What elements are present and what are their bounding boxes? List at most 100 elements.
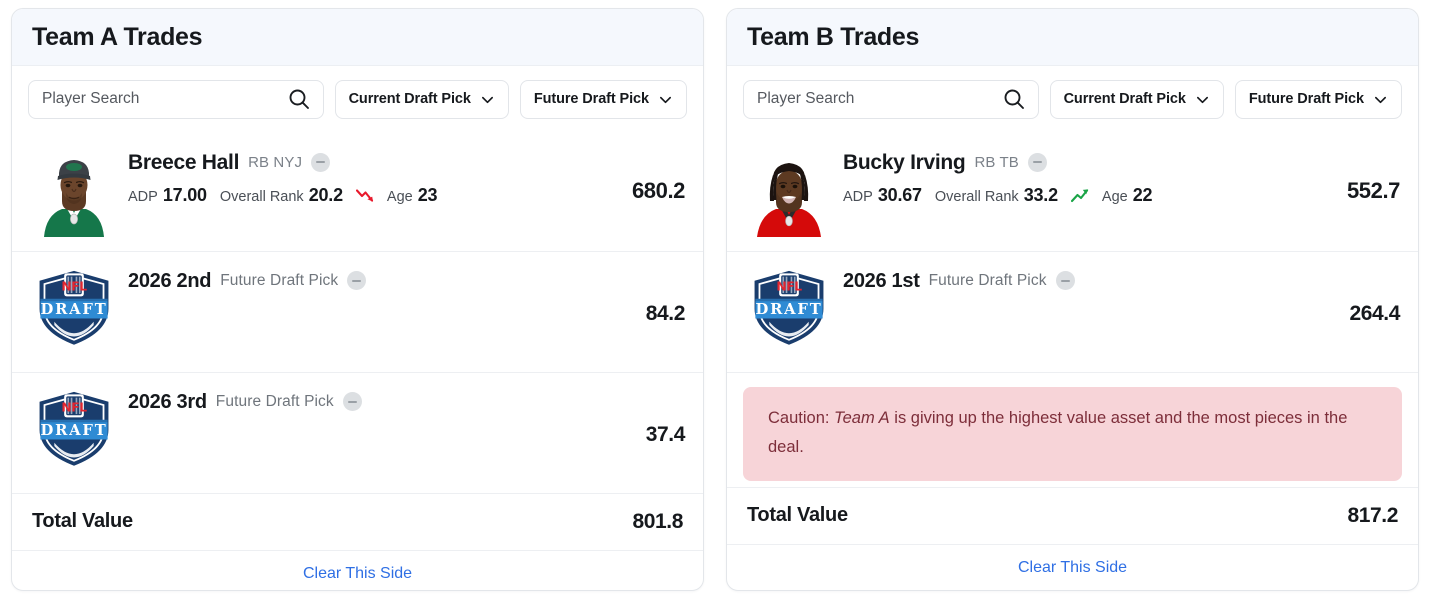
player-name: Breece Hall bbox=[128, 150, 240, 174]
total-value-row: Total Value 801.8 bbox=[12, 492, 703, 550]
draft-pick-type: Future Draft Pick bbox=[215, 392, 334, 410]
stat-label: ADP bbox=[128, 188, 158, 205]
stat-value: 30.67 bbox=[877, 184, 922, 205]
asset-title-line: Bucky Irving RB TB bbox=[843, 151, 1335, 174]
asset-title-line: 2026 3rd Future Draft Pick bbox=[128, 391, 634, 413]
chevron-down-icon bbox=[481, 96, 493, 103]
stat-overall-rank: Overall Rank 33.2 bbox=[935, 185, 1058, 206]
asset-value: 680.2 bbox=[631, 177, 685, 203]
asset-title-line: Breece Hall RB NYJ bbox=[128, 151, 620, 174]
draft-pick-name: 2026 1st bbox=[843, 269, 920, 292]
svg-text:NFL: NFL bbox=[61, 400, 87, 414]
panel-title: Team B Trades bbox=[747, 23, 920, 51]
minus-circle-icon bbox=[316, 161, 326, 164]
clear-side-row: Clear This Side bbox=[12, 549, 703, 590]
stat-overall-rank: Overall Rank 20.2 bbox=[220, 185, 343, 206]
player-search-box[interactable] bbox=[743, 79, 1039, 119]
filter-bar: Current Draft Pick Future Draft Pick bbox=[727, 66, 1418, 131]
stat-age: Age 22 bbox=[1101, 184, 1153, 206]
remove-asset-button[interactable] bbox=[311, 152, 331, 172]
minus-circle-icon bbox=[347, 400, 357, 403]
filter-current-draft-pick[interactable]: Current Draft Pick bbox=[1049, 79, 1224, 119]
caution-emphasis: Team A bbox=[834, 408, 890, 427]
filter-label: Future Draft Pick bbox=[533, 91, 649, 108]
svg-text:DRAFT: DRAFT bbox=[41, 422, 108, 439]
asset-value: 264.4 bbox=[1349, 301, 1400, 325]
draft-pick-name: 2026 3rd bbox=[128, 390, 207, 413]
total-value-amount: 801.8 bbox=[632, 509, 683, 533]
clear-this-side-link[interactable]: Clear This Side bbox=[1018, 559, 1127, 576]
filter-future-draft-pick[interactable]: Future Draft Pick bbox=[1234, 79, 1402, 119]
asset-row: NFL DRAFT 2026 1st Future Draft Pick 264.4 bbox=[727, 250, 1418, 372]
stat-age: Age 23 bbox=[386, 184, 438, 206]
player-stats-line: ADP 17.00 Overall Rank 20.2 Age 23 bbox=[128, 185, 620, 206]
chevron-down-icon bbox=[1196, 96, 1208, 103]
filter-current-draft-pick[interactable]: Current Draft Pick bbox=[334, 79, 509, 119]
asset-row: NFL DRAFT 2026 3rd Future Draft Pick 37.4 bbox=[12, 371, 703, 493]
player-headshot-icon bbox=[28, 144, 120, 237]
panel-title: Team A Trades bbox=[32, 23, 203, 51]
trade-calculator-page: Team A Trades Current Draft Pick Future … bbox=[0, 0, 1430, 601]
panel-header: Team A Trades bbox=[12, 9, 703, 66]
stat-adp: ADP 30.67 bbox=[843, 185, 922, 206]
svg-text:NFL: NFL bbox=[776, 279, 802, 293]
player-avatar bbox=[743, 144, 835, 237]
asset-value: 84.2 bbox=[645, 301, 686, 325]
player-search-input[interactable] bbox=[757, 90, 994, 109]
stat-value: 20.2 bbox=[308, 184, 343, 205]
trend-indicator bbox=[355, 187, 378, 205]
nfl-draft-logo: NFL DRAFT bbox=[39, 270, 109, 345]
draft-pick-type: Future Draft Pick bbox=[220, 271, 339, 289]
player-position-team: RB NYJ bbox=[248, 153, 303, 171]
stat-value: 17.00 bbox=[162, 184, 207, 205]
asset-row: Breece Hall RB NYJ ADP 17.00 Overall Rank 20.… bbox=[12, 131, 703, 251]
clear-this-side-link[interactable]: Clear This Side bbox=[303, 565, 412, 582]
remove-asset-button[interactable] bbox=[1027, 152, 1047, 172]
minus-circle-icon bbox=[1032, 161, 1042, 164]
remove-asset-button[interactable] bbox=[347, 271, 367, 291]
trend-down-icon bbox=[355, 189, 373, 202]
trend-up-icon bbox=[1070, 189, 1089, 203]
filter-bar: Current Draft Pick Future Draft Pick bbox=[12, 66, 703, 131]
trade-panel-team-a: Team A Trades Current Draft Pick Future … bbox=[11, 8, 704, 591]
draft-pick-logo: NFL DRAFT bbox=[743, 266, 835, 358]
minus-circle-icon bbox=[1060, 279, 1070, 282]
stat-value: 33.2 bbox=[1023, 184, 1058, 205]
search-icon bbox=[289, 89, 309, 110]
asset-title-line: 2026 2nd Future Draft Pick bbox=[128, 270, 634, 292]
draft-pick-logo: NFL DRAFT bbox=[28, 266, 120, 358]
nfl-draft-logo: NFL DRAFT bbox=[754, 270, 824, 345]
asset-body: Breece Hall RB NYJ ADP 17.00 Overall Rank 20.… bbox=[120, 145, 620, 206]
stat-label: Overall Rank bbox=[219, 188, 304, 205]
filter-future-draft-pick[interactable]: Future Draft Pick bbox=[519, 79, 687, 119]
chevron-down-icon bbox=[1375, 96, 1386, 103]
search-icon bbox=[1004, 89, 1024, 110]
draft-pick-logo: NFL DRAFT bbox=[28, 387, 120, 479]
age-value: 22 bbox=[1132, 184, 1153, 205]
draft-pick-type: Future Draft Pick bbox=[928, 271, 1047, 289]
asset-body: 2026 1st Future Draft Pick bbox=[835, 266, 1337, 292]
asset-body: 2026 2nd Future Draft Pick bbox=[120, 266, 634, 292]
clear-side-row: Clear This Side bbox=[727, 543, 1418, 591]
trade-panel-team-b: Team B Trades Current Draft Pick Future … bbox=[726, 8, 1419, 591]
total-value-label: Total Value bbox=[32, 510, 133, 533]
remove-asset-button[interactable] bbox=[342, 392, 362, 412]
asset-row: Bucky Irving RB TB ADP 30.67 Overall Rank 33.… bbox=[727, 131, 1418, 251]
stat-adp: ADP 17.00 bbox=[128, 185, 207, 206]
svg-text:NFL: NFL bbox=[61, 279, 87, 293]
stat-label: ADP bbox=[843, 188, 873, 205]
age-label: Age bbox=[1101, 188, 1128, 205]
stat-label: Overall Rank bbox=[934, 188, 1019, 205]
total-value-row: Total Value 817.2 bbox=[727, 486, 1418, 544]
player-avatar bbox=[28, 144, 120, 237]
age-value: 23 bbox=[417, 184, 438, 205]
asset-body: 2026 3rd Future Draft Pick bbox=[120, 387, 634, 413]
asset-value: 37.4 bbox=[645, 422, 686, 446]
age-label: Age bbox=[386, 188, 413, 205]
remove-asset-button[interactable] bbox=[1055, 271, 1075, 291]
player-search-box[interactable] bbox=[28, 79, 324, 119]
minus-circle-icon bbox=[352, 279, 362, 282]
caution-prefix: Caution: bbox=[768, 408, 835, 427]
total-value-label: Total Value bbox=[747, 504, 848, 526]
player-search-input[interactable] bbox=[42, 90, 279, 109]
